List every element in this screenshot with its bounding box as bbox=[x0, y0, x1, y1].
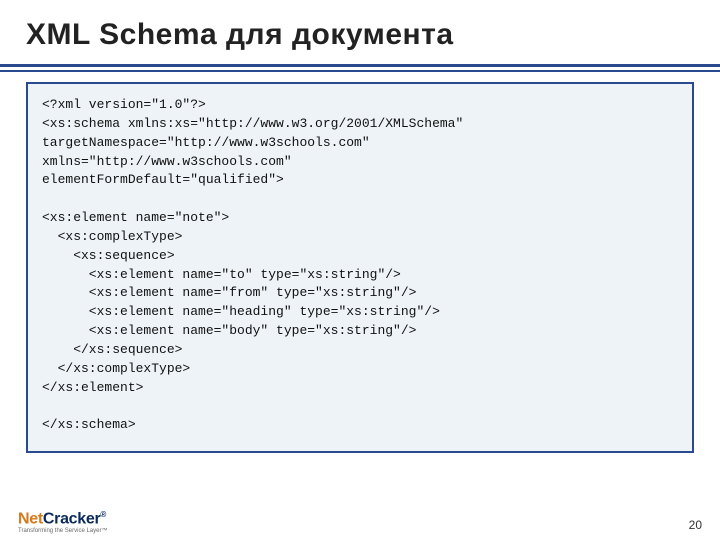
rule-top bbox=[0, 64, 720, 67]
logo-prefix: Net bbox=[18, 510, 43, 527]
code-block: <?xml version="1.0"?> <xs:schema xmlns:x… bbox=[26, 82, 694, 453]
slide: XML Schema для документа <?xml version="… bbox=[0, 0, 720, 540]
page-number: 20 bbox=[689, 518, 702, 532]
logo-tagline: Transforming the Service Layer™ bbox=[18, 528, 107, 534]
logo: NetCracker® Transforming the Service Lay… bbox=[18, 511, 107, 534]
rule-bottom bbox=[0, 70, 720, 72]
title-rule bbox=[0, 64, 720, 74]
code-content: <?xml version="1.0"?> <xs:schema xmlns:x… bbox=[42, 96, 678, 435]
slide-title: XML Schema для документа bbox=[26, 18, 454, 52]
footer: NetCracker® Transforming the Service Lay… bbox=[0, 500, 720, 540]
logo-suffix: Cracker bbox=[43, 510, 101, 527]
logo-registered: ® bbox=[100, 510, 106, 519]
logo-main: NetCracker® bbox=[18, 511, 107, 527]
